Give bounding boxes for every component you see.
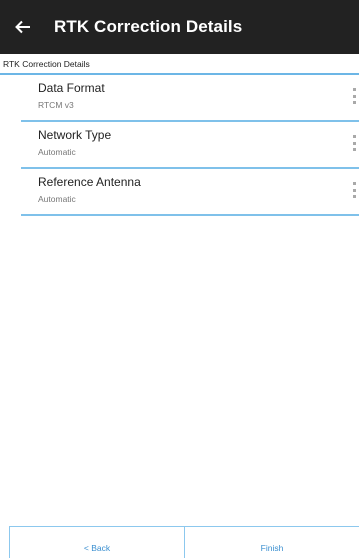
row-value: Automatic (38, 194, 76, 204)
back-button[interactable]: < Back (10, 527, 184, 558)
app-screen: RTK Correction Details RTK Correction De… (0, 0, 359, 558)
row-value: Automatic (38, 147, 76, 157)
list-item-network-type[interactable]: Network Type Automatic (21, 122, 359, 169)
row-value: RTCM v3 (38, 100, 74, 110)
list-item-reference-antenna[interactable]: Reference Antenna Automatic (21, 169, 359, 216)
row-label: Reference Antenna (38, 175, 141, 189)
row-label: Data Format (38, 81, 105, 95)
more-vert-icon[interactable] (351, 182, 357, 198)
page-title: RTK Correction Details (54, 17, 243, 36)
more-vert-icon[interactable] (351, 135, 357, 151)
bottom-navigation-bar: < Back Finish (9, 526, 359, 558)
list-item-data-format[interactable]: Data Format RTCM v3 (21, 75, 359, 122)
content-area: RTK Correction Details Data Format RTCM … (0, 54, 359, 526)
section-header: RTK Correction Details (0, 58, 359, 75)
more-vert-icon[interactable] (351, 88, 357, 104)
row-label: Network Type (38, 128, 112, 142)
finish-button[interactable]: Finish (184, 527, 359, 558)
top-app-bar: RTK Correction Details (0, 0, 359, 54)
back-arrow-icon[interactable] (0, 0, 44, 54)
settings-list: Data Format RTCM v3 Network Type Automat… (21, 75, 359, 216)
